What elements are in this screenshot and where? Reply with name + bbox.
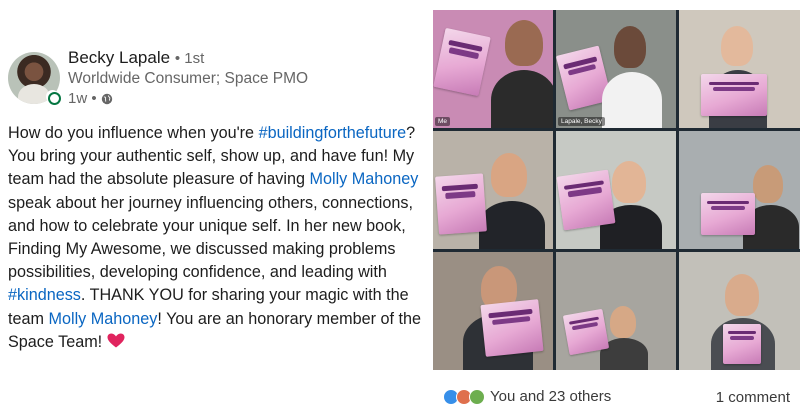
comments-count[interactable]: 1 comment — [716, 389, 790, 406]
author-name[interactable]: Becky Lapale — [68, 48, 170, 67]
hashtag-link[interactable]: #buildingforthefuture — [259, 124, 407, 142]
video-call-screenshot[interactable]: Me Lapale, Becky — [433, 10, 800, 370]
mention-link[interactable]: Molly Mahoney — [49, 310, 158, 328]
post-body: How do you influence when you're #buildi… — [8, 122, 424, 354]
video-tile — [433, 131, 553, 249]
video-tile — [679, 10, 800, 128]
participant-name: Lapale, Becky — [558, 117, 605, 126]
video-tile — [556, 131, 676, 249]
video-tile — [679, 131, 800, 249]
heart-icon — [107, 333, 125, 348]
video-tile — [433, 252, 553, 370]
video-tile — [556, 252, 676, 370]
participant-name: Me — [435, 117, 451, 126]
mention-link[interactable]: Molly Mahoney — [309, 170, 418, 188]
video-tile: Me — [433, 10, 553, 128]
video-tile: Lapale, Becky — [556, 10, 676, 128]
globe-icon — [101, 93, 112, 104]
timestamp-text: 1w • — [68, 90, 97, 107]
connection-degree: • 1st — [174, 50, 205, 67]
author-line: Becky Lapale • 1st — [68, 48, 204, 68]
post-text-segment: How do you influence when you're — [8, 124, 259, 142]
post-timestamp: 1w • — [68, 90, 113, 107]
video-tile — [679, 252, 800, 370]
presence-indicator-icon — [46, 90, 61, 105]
hashtag-link[interactable]: #kindness — [8, 286, 81, 304]
post: Becky Lapale • 1st Worldwide Consumer; S… — [0, 0, 428, 418]
reactions-summary[interactable]: You and 23 others — [443, 388, 611, 405]
post-text-segment: speak about her journey influencing othe… — [8, 193, 413, 282]
author-headline: Worldwide Consumer; Space PMO — [68, 70, 309, 87]
reactions-count[interactable]: You and 23 others — [490, 388, 611, 405]
support-reaction-icon — [469, 388, 485, 405]
